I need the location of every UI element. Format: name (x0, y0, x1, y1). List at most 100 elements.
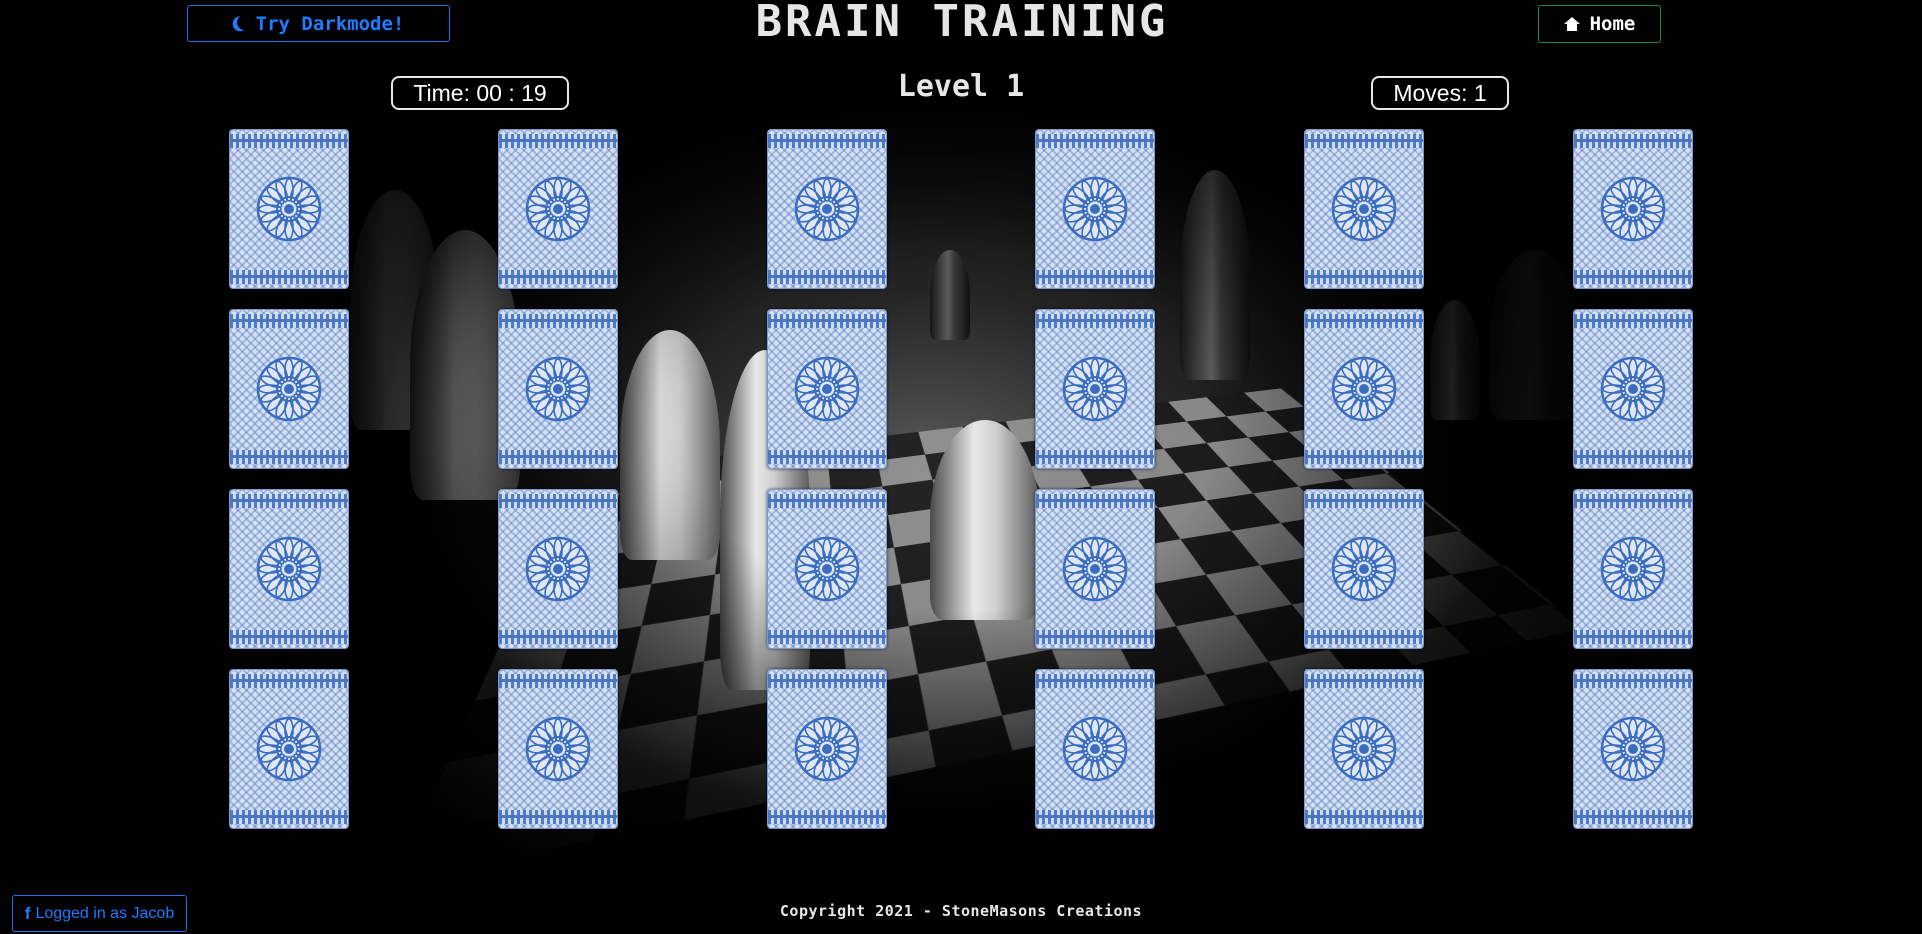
card-border-pattern (230, 494, 348, 508)
card-back-rosette-icon (256, 356, 322, 422)
card-back-rosette-icon (1062, 716, 1128, 782)
memory-card[interactable] (1035, 129, 1156, 289)
card-border-pattern (498, 270, 617, 284)
card-back-rosette-icon (1600, 716, 1666, 782)
home-label: Home (1589, 13, 1636, 35)
card-border-pattern (1573, 674, 1692, 688)
card-back-rosette-icon (794, 716, 860, 782)
card-back-rosette-icon (525, 356, 591, 422)
card-border-pattern (498, 674, 617, 688)
card-border-pattern (1305, 314, 1424, 328)
home-button[interactable]: Home (1538, 5, 1661, 43)
card-back-rosette-icon (794, 176, 860, 242)
card-grid (229, 129, 1693, 831)
memory-card[interactable] (1035, 489, 1156, 649)
card-back-rosette-icon (1600, 536, 1666, 602)
memory-card[interactable] (1304, 129, 1425, 289)
card-border-pattern (1573, 270, 1692, 284)
card-border-pattern (1036, 674, 1155, 688)
card-back-rosette-icon (525, 536, 591, 602)
card-border-pattern (1573, 450, 1692, 464)
card-back-rosette-icon (1600, 176, 1666, 242)
home-icon (1563, 17, 1580, 31)
card-border-pattern (498, 494, 617, 508)
card-border-pattern (1305, 494, 1424, 508)
card-border-pattern (1573, 494, 1692, 508)
memory-card[interactable] (229, 309, 349, 469)
card-back-rosette-icon (525, 176, 591, 242)
card-border-pattern (767, 270, 886, 284)
card-border-pattern (767, 134, 886, 148)
card-back-rosette-icon (256, 536, 322, 602)
level-heading: Level 1 (897, 69, 1025, 104)
card-back-rosette-icon (1331, 716, 1397, 782)
card-border-pattern (767, 810, 886, 824)
copyright-text: Copyright 2021 - StoneMasons Creations (779, 902, 1143, 920)
card-border-pattern (767, 674, 886, 688)
card-border-pattern (1305, 674, 1424, 688)
card-back-rosette-icon (525, 716, 591, 782)
memory-card[interactable] (1304, 669, 1425, 829)
card-back-rosette-icon (256, 716, 322, 782)
card-border-pattern (1305, 270, 1424, 284)
card-border-pattern (1305, 810, 1424, 824)
card-back-rosette-icon (794, 356, 860, 422)
card-border-pattern (230, 630, 348, 644)
card-border-pattern (498, 810, 617, 824)
card-border-pattern (498, 630, 617, 644)
card-back-rosette-icon (256, 176, 322, 242)
card-border-pattern (498, 314, 617, 328)
card-border-pattern (498, 450, 617, 464)
memory-card[interactable] (1035, 669, 1156, 829)
memory-card[interactable] (1572, 309, 1693, 469)
moves-counter: Moves: 1 (1371, 76, 1509, 110)
memory-card[interactable] (1572, 489, 1693, 649)
card-border-pattern (1573, 314, 1692, 328)
memory-card[interactable] (497, 129, 618, 289)
card-back-rosette-icon (1062, 536, 1128, 602)
memory-card[interactable] (1304, 489, 1425, 649)
memory-card[interactable] (497, 489, 618, 649)
card-back-rosette-icon (1331, 536, 1397, 602)
card-border-pattern (1036, 494, 1155, 508)
memory-card[interactable] (1304, 309, 1425, 469)
card-border-pattern (230, 134, 348, 148)
card-border-pattern (1036, 134, 1155, 148)
card-border-pattern (1036, 314, 1155, 328)
card-border-pattern (1036, 270, 1155, 284)
card-border-pattern (1036, 450, 1155, 464)
memory-card[interactable] (766, 129, 887, 289)
memory-card[interactable] (766, 489, 887, 649)
memory-card[interactable] (497, 309, 618, 469)
memory-card[interactable] (229, 489, 349, 649)
card-border-pattern (1573, 630, 1692, 644)
memory-card[interactable] (766, 309, 887, 469)
memory-card[interactable] (497, 669, 618, 829)
card-back-rosette-icon (1331, 356, 1397, 422)
card-border-pattern (767, 630, 886, 644)
card-border-pattern (230, 810, 348, 824)
card-border-pattern (230, 314, 348, 328)
memory-card[interactable] (229, 669, 349, 829)
card-border-pattern (230, 674, 348, 688)
memory-card[interactable] (1572, 129, 1693, 289)
card-border-pattern (1305, 450, 1424, 464)
card-border-pattern (230, 270, 348, 284)
card-border-pattern (1305, 630, 1424, 644)
card-back-rosette-icon (794, 536, 860, 602)
memory-card[interactable] (1572, 669, 1693, 829)
memory-card[interactable] (766, 669, 887, 829)
card-border-pattern (767, 450, 886, 464)
card-border-pattern (767, 494, 886, 508)
card-back-rosette-icon (1600, 356, 1666, 422)
card-border-pattern (230, 450, 348, 464)
memory-card[interactable] (1035, 309, 1156, 469)
card-border-pattern (1305, 134, 1424, 148)
card-back-rosette-icon (1062, 356, 1128, 422)
memory-card[interactable] (229, 129, 349, 289)
card-back-rosette-icon (1331, 176, 1397, 242)
card-border-pattern (1036, 810, 1155, 824)
card-border-pattern (498, 134, 617, 148)
card-border-pattern (1573, 134, 1692, 148)
card-border-pattern (767, 314, 886, 328)
